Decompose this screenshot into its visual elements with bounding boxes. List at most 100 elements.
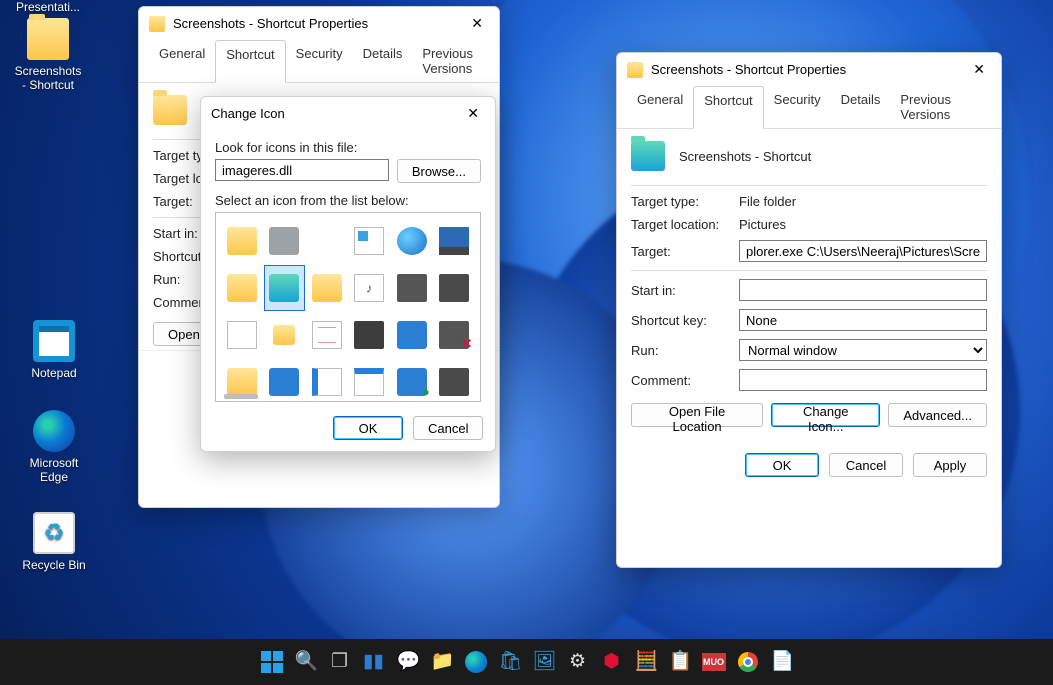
tab-security[interactable]: Security bbox=[286, 40, 353, 82]
icon-file-path-input[interactable] bbox=[215, 159, 389, 181]
office-button[interactable]: ⬢ bbox=[598, 648, 626, 676]
close-button[interactable]: ✕ bbox=[461, 103, 485, 124]
icon-grid[interactable]: ♪ ✕ ● bbox=[215, 212, 481, 402]
settings-button[interactable]: ⚙ bbox=[564, 648, 592, 676]
tab-previous-versions[interactable]: Previous Versions bbox=[412, 40, 489, 82]
open-file-location-button[interactable]: Open File Location bbox=[631, 403, 763, 427]
notepad-icon bbox=[33, 320, 75, 362]
calculator-icon: 🧮 bbox=[635, 651, 657, 673]
icon-image-file[interactable] bbox=[350, 219, 390, 263]
shortcut-name: Screenshots - Shortcut bbox=[679, 149, 811, 164]
label-comment: Comment: bbox=[631, 373, 729, 388]
run-select[interactable]: Normal window bbox=[739, 339, 987, 361]
label-run: Run: bbox=[631, 343, 729, 358]
muo-button[interactable]: MUO bbox=[700, 648, 728, 676]
calculator-button[interactable]: 🧮 bbox=[632, 648, 660, 676]
tab-general[interactable]: General bbox=[627, 86, 693, 128]
label-target: Target: bbox=[631, 244, 729, 259]
icon-notepad-file[interactable] bbox=[307, 313, 347, 357]
photos-icon: 🖼 bbox=[533, 651, 555, 673]
chat-button[interactable]: 💬 bbox=[394, 648, 422, 676]
taskbar: 🔍 ❐ ▮▮ 💬 📁 🛍 🖼 ⚙ ⬢ 🧮 📋 MUO 📄 bbox=[0, 639, 1053, 685]
close-button[interactable]: ✕ bbox=[465, 13, 489, 34]
icon-globe[interactable] bbox=[392, 219, 432, 263]
icon-label: Screenshots - Shortcut bbox=[15, 64, 82, 92]
tab-shortcut[interactable]: Shortcut bbox=[693, 86, 763, 129]
cancel-button[interactable]: Cancel bbox=[829, 453, 903, 477]
tab-details[interactable]: Details bbox=[353, 40, 413, 82]
edge-button[interactable] bbox=[462, 648, 490, 676]
icon-desktop-pc[interactable] bbox=[435, 219, 475, 263]
windows-logo-icon bbox=[261, 651, 283, 673]
icon-printer-error[interactable]: ✕ bbox=[435, 313, 475, 357]
icon-window-check[interactable]: ● bbox=[392, 360, 432, 402]
icon-green-folder[interactable] bbox=[265, 266, 305, 310]
icon-grey-folder[interactable] bbox=[265, 219, 305, 263]
icon-rack[interactable] bbox=[435, 360, 475, 402]
change-icon-button[interactable]: Change Icon... bbox=[771, 403, 880, 427]
desktop-recycle-bin[interactable]: Recycle Bin bbox=[18, 512, 90, 572]
icon-window[interactable] bbox=[307, 360, 347, 402]
label-start-in: Start in: bbox=[631, 283, 729, 298]
icon-label: Notepad bbox=[31, 366, 76, 380]
titlebar[interactable]: Change Icon ✕ bbox=[201, 97, 495, 130]
task-view-icon: ❐ bbox=[329, 651, 351, 673]
icon-music-file[interactable]: ♪ bbox=[350, 266, 390, 310]
browse-button[interactable]: Browse... bbox=[397, 159, 481, 183]
icon-white-file[interactable] bbox=[222, 313, 262, 357]
start-in-input[interactable] bbox=[739, 279, 987, 301]
tab-previous-versions[interactable]: Previous Versions bbox=[890, 86, 991, 128]
window-title: Screenshots - Shortcut Properties bbox=[651, 62, 846, 77]
change-icon-dialog: Change Icon ✕ Look for icons in this fil… bbox=[200, 96, 496, 452]
notes-button[interactable]: 📋 bbox=[666, 648, 694, 676]
advanced-button[interactable]: Advanced... bbox=[888, 403, 987, 427]
window-title: Screenshots - Shortcut Properties bbox=[173, 16, 368, 31]
file-explorer-button[interactable]: 📁 bbox=[428, 648, 456, 676]
tab-general[interactable]: General bbox=[149, 40, 215, 82]
shortcut-key-input[interactable] bbox=[739, 309, 987, 331]
shortcut-folder-icon bbox=[153, 95, 187, 125]
icon-blank[interactable] bbox=[307, 219, 347, 263]
cancel-button[interactable]: Cancel bbox=[413, 416, 483, 440]
tab-details[interactable]: Details bbox=[831, 86, 891, 128]
tabs: General Shortcut Security Details Previo… bbox=[617, 86, 1001, 129]
icon-printer[interactable] bbox=[392, 266, 432, 310]
gear-icon: ⚙ bbox=[567, 651, 589, 673]
task-view-button[interactable]: ❐ bbox=[326, 648, 354, 676]
close-button[interactable]: ✕ bbox=[967, 59, 991, 80]
store-button[interactable]: 🛍 bbox=[496, 648, 524, 676]
icon-yellow-folder[interactable] bbox=[222, 219, 262, 263]
icon-yellow-folder-alt[interactable] bbox=[307, 266, 347, 310]
look-for-label: Look for icons in this file: bbox=[215, 140, 481, 155]
icon-yellow-folder-3[interactable] bbox=[222, 360, 262, 402]
search-button[interactable]: 🔍 bbox=[292, 648, 320, 676]
ok-button[interactable]: OK bbox=[745, 453, 819, 477]
desktop-edge[interactable]: Microsoft Edge bbox=[18, 410, 90, 484]
icon-blue-folder[interactable] bbox=[265, 360, 305, 402]
widgets-button[interactable]: ▮▮ bbox=[360, 648, 388, 676]
target-input[interactable] bbox=[739, 240, 987, 262]
tab-security[interactable]: Security bbox=[764, 86, 831, 128]
icon-yellow-folder-open[interactable] bbox=[222, 266, 262, 310]
titlebar[interactable]: Screenshots - Shortcut Properties ✕ bbox=[139, 7, 499, 40]
icon-display[interactable] bbox=[392, 313, 432, 357]
comment-input[interactable] bbox=[739, 369, 987, 391]
window-title: Change Icon bbox=[211, 106, 285, 121]
desktop-notepad[interactable]: Notepad bbox=[18, 320, 90, 380]
icon-window-alt[interactable] bbox=[350, 360, 390, 402]
chrome-button[interactable] bbox=[734, 648, 762, 676]
muo-icon: MUO bbox=[702, 653, 726, 671]
icon-video-file[interactable] bbox=[350, 313, 390, 357]
desktop-presentation-item[interactable]: Presentati... bbox=[12, 0, 84, 14]
file-button[interactable]: 📄 bbox=[768, 648, 796, 676]
start-button[interactable] bbox=[258, 648, 286, 676]
desktop-screenshots-shortcut[interactable]: Screenshots - Shortcut bbox=[12, 18, 84, 92]
titlebar[interactable]: Screenshots - Shortcut Properties ✕ bbox=[617, 53, 1001, 86]
ok-button[interactable]: OK bbox=[333, 416, 403, 440]
chat-icon: 💬 bbox=[397, 651, 419, 673]
photos-button[interactable]: 🖼 bbox=[530, 648, 558, 676]
icon-yellow-folder-sm[interactable] bbox=[265, 313, 305, 357]
apply-button[interactable]: Apply bbox=[913, 453, 987, 477]
tab-shortcut[interactable]: Shortcut bbox=[215, 40, 285, 83]
icon-hard-disk[interactable] bbox=[435, 266, 475, 310]
